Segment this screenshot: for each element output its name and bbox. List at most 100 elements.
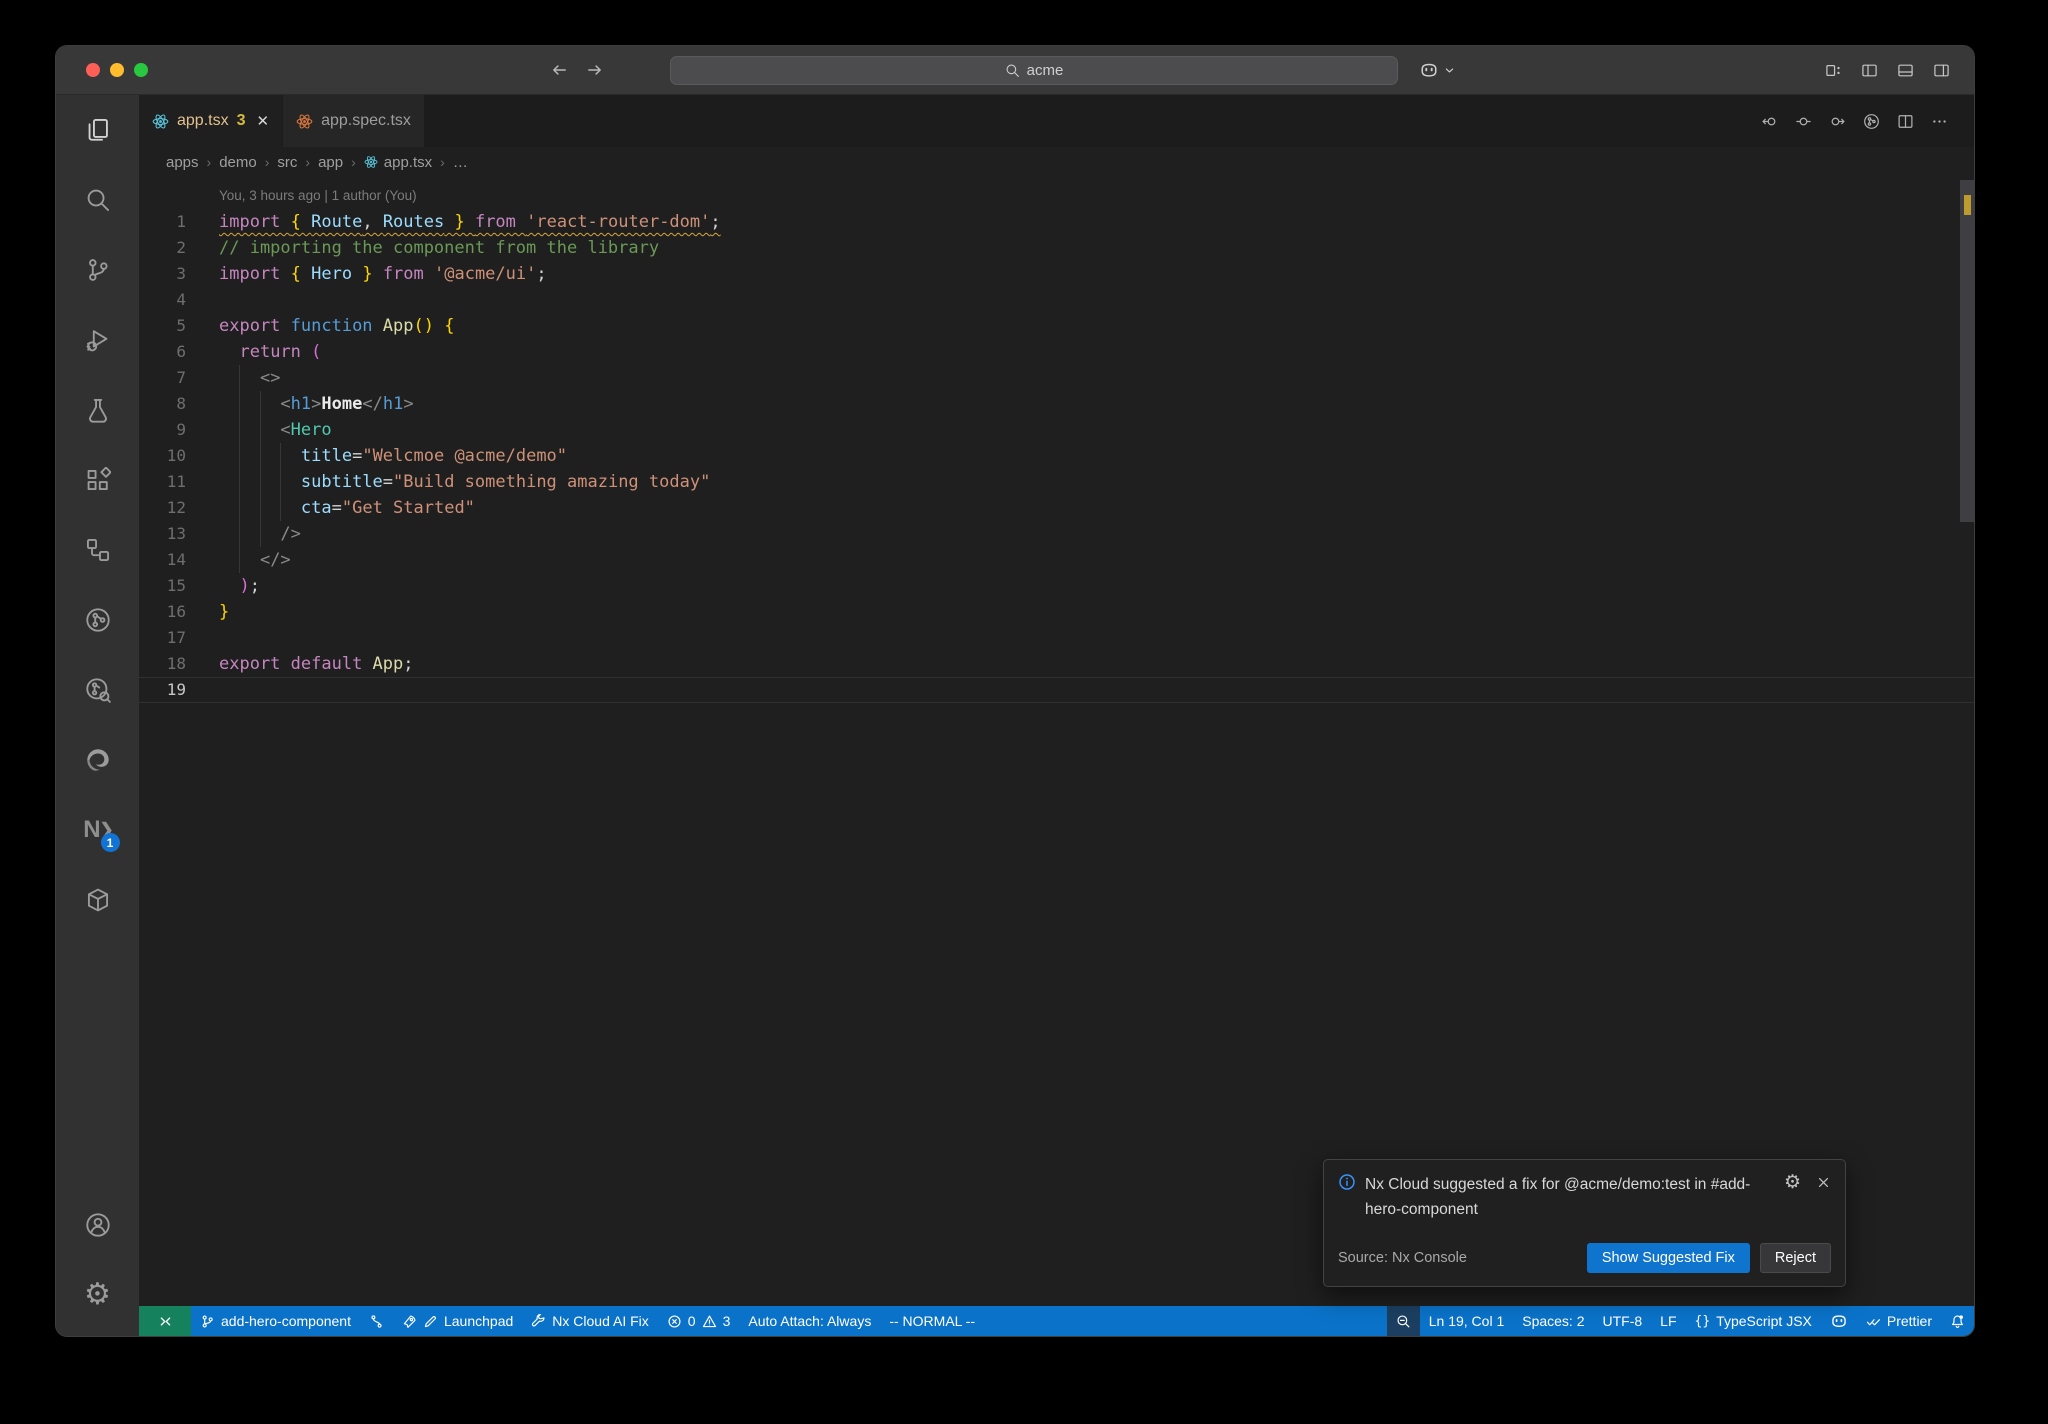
activity-bar-item-explorer[interactable] [74,106,122,154]
minimize-window-button[interactable] [110,63,124,77]
activity-bar-item-manage[interactable]: ⚙ [74,1271,122,1319]
code-line-19[interactable]: 19 [139,677,1974,703]
gitlens-forward-button[interactable] [1829,113,1846,130]
line-content [186,625,219,651]
status-item-language-mode[interactable]: {} TypeScript JSX [1686,1306,1821,1336]
status-item-eol[interactable]: LF [1651,1306,1685,1336]
activity-bar-item-edge-tools[interactable] [74,736,122,784]
line-number: 16 [166,602,186,621]
status-item-zoom-indicator[interactable] [1386,1306,1420,1336]
code-line-14[interactable]: 14 </> [139,547,1974,573]
breadcrumb-item-src[interactable]: src [277,154,297,171]
status-item-label: Spaces: 2 [1522,1313,1585,1329]
status-item-launchpad[interactable]: Launchpad [393,1306,522,1336]
notification-toast: Nx Cloud suggested a fix for @acme/demo:… [1323,1159,1846,1287]
traffic-lights [86,46,148,94]
code-line-7[interactable]: 7 <> [139,365,1974,391]
tab-close-icon[interactable]: ✕ [257,112,270,130]
gitlens-graph-button[interactable] [1863,113,1880,130]
activity-bar-item-source-control[interactable] [74,246,122,294]
code-line-11[interactable]: 11 subtitle="Build something amazing tod… [139,469,1974,495]
status-item-prettier[interactable]: Prettier [1857,1306,1941,1336]
code-editor[interactable]: You, 3 hours ago | 1 author (You) 1 impor… [139,177,1974,1306]
code-line-3[interactable]: 3 import { Hero } from '@acme/ui'; [139,261,1974,287]
breadcrumb-item-demo[interactable]: demo [219,154,257,171]
code-line-16[interactable]: 16} [139,599,1974,625]
line-number: 18 [166,654,186,673]
activity-bar-item-nx-console[interactable]: N ❯ 1 [74,806,122,854]
line-content: /> [280,524,301,544]
status-item-auto-attach[interactable]: Auto Attach: Always [739,1306,880,1336]
activity-bar-item-search[interactable] [74,176,122,224]
breadcrumb-item-app[interactable]: app [318,154,343,171]
toggle-panel-button[interactable] [1897,62,1914,79]
code-line-17[interactable]: 17 [139,625,1974,651]
code-line-18[interactable]: 18 export default App; [139,651,1974,677]
activity-bar-item-extensions[interactable] [74,456,122,504]
status-item-gitlens-compare[interactable] [360,1306,393,1336]
close-window-button[interactable] [86,63,100,77]
tab-app.spec.tsx[interactable]: app.spec.tsx [283,95,424,147]
activity-bar-item-testing[interactable] [74,386,122,434]
status-item-git-branch[interactable]: add-hero-component [191,1306,360,1336]
scrollbar-thumb[interactable] [1960,180,1974,522]
command-center-search[interactable]: acme [670,56,1398,85]
notification-settings-gear-icon[interactable]: ⚙ [1784,1173,1801,1192]
status-item-notifications-bell[interactable] [1941,1306,1974,1336]
gitlens-back-button[interactable] [1761,113,1778,130]
zoom-window-button[interactable] [134,63,148,77]
code-line-4[interactable]: 4 [139,287,1974,313]
code-line-10[interactable]: 10 title="Welcmoe @acme/demo" [139,443,1974,469]
status-item-vim-mode[interactable]: -- NORMAL -- [880,1306,984,1336]
forward-arrow-icon[interactable] [586,61,604,79]
status-item-nx-cloud-ai-fix[interactable]: Nx Cloud AI Fix [522,1306,657,1336]
activity-bar-item-containers[interactable] [74,876,122,924]
code-line-1[interactable]: 1 import { Route, Routes } from 'react-ro… [139,209,1974,235]
breadcrumb-item-apps[interactable]: apps [166,154,199,171]
tab-app.tsx[interactable]: app.tsx 3 ✕ [139,95,283,147]
notification-close-icon[interactable] [1816,1175,1831,1190]
toggle-secondary-sidebar-button[interactable] [1933,62,1950,79]
customize-layout-button[interactable] [1825,62,1842,79]
reject-button[interactable]: Reject [1759,1243,1831,1273]
status-item-label: Launchpad [443,1313,514,1329]
toggle-panel-icon [1897,62,1914,79]
code-line-12[interactable]: 12 cta="Get Started" [139,495,1974,521]
code-line-2[interactable]: 2 // importing the component from the lib… [139,235,1974,261]
status-item-indentation[interactable]: Spaces: 2 [1513,1306,1593,1336]
code-line-8[interactable]: 8 <h1>Home</h1> [139,391,1974,417]
debug-icon [85,327,111,353]
code-line-6[interactable]: 6 return ( [139,339,1974,365]
files-icon [85,117,111,143]
gitlens-current-button[interactable] [1795,113,1812,130]
toggle-primary-sidebar-button[interactable] [1861,62,1878,79]
activity-bar-item-gitlens[interactable] [74,596,122,644]
status-item-cursor-position[interactable]: Ln 19, Col 1 [1420,1306,1514,1336]
show-suggested-fix-button[interactable]: Show Suggested Fix [1586,1243,1750,1273]
activity-bar-item-gitlens-inspect[interactable] [74,666,122,714]
overview-ruler-warning-mark [1964,195,1971,215]
breadcrumb-item-…[interactable]: … [453,154,468,171]
split-editor-button[interactable] [1897,113,1914,130]
status-item-problems[interactable]: 03 [658,1306,740,1336]
editor-scrollbar[interactable] [1960,177,1974,1306]
code-line-5[interactable]: 5 export function App() { [139,313,1974,339]
status-item-label: TypeScript JSX [1716,1313,1812,1329]
breadcrumb-item-app.tsx[interactable]: app.tsx [364,154,432,171]
editor-actions [1761,95,1948,147]
more-actions-button[interactable] [1931,113,1948,130]
activity-bar-item-remote-explorer[interactable] [74,526,122,574]
back-arrow-icon[interactable] [550,61,568,79]
code-line-13[interactable]: 13 /> [139,521,1974,547]
copilot-menu[interactable] [1419,46,1456,94]
status-item-copilot-status[interactable] [1821,1306,1857,1336]
code-line-15[interactable]: 15 ); [139,573,1974,599]
line-number: 14 [166,550,186,569]
copilot-icon [1419,60,1439,80]
status-item-encoding[interactable]: UTF-8 [1594,1306,1652,1336]
remote-indicator[interactable] [139,1306,191,1336]
activity-bar-item-run-and-debug[interactable] [74,316,122,364]
screen: acme N ❯ 1 ⚙ app.tsx 3 ✕ app.spec.tsx apps › dem… [0,0,2048,1424]
code-line-9[interactable]: 9 <Hero [139,417,1974,443]
activity-bar-item-accounts[interactable] [74,1201,122,1249]
